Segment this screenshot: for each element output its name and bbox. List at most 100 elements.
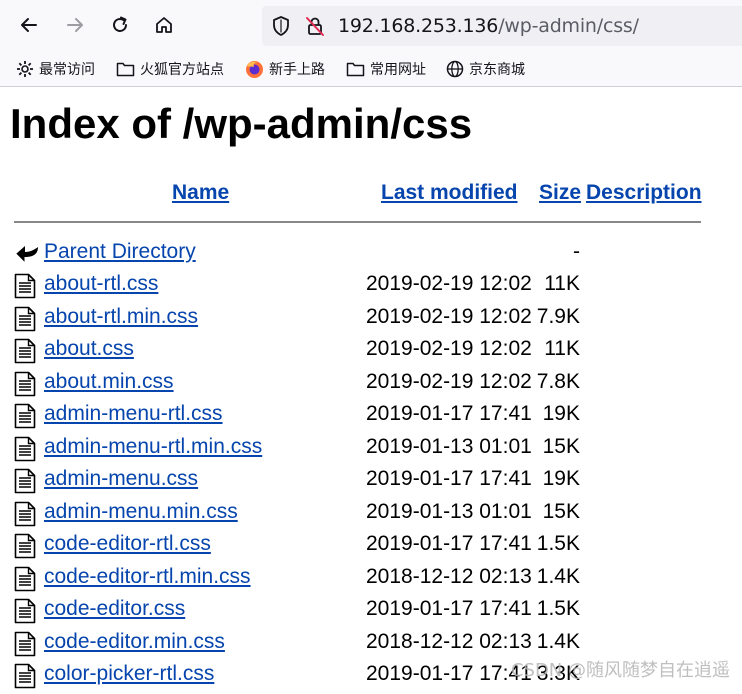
last-modified-cell: 2019-01-17 17:41: [366, 402, 532, 425]
shield-icon[interactable]: [270, 15, 292, 42]
last-modified-cell: 2019-01-17 17:41: [366, 467, 532, 490]
last-modified-cell: 2019-02-19 12:02: [366, 305, 532, 328]
bookmark-label: 火狐官方站点: [140, 62, 224, 78]
forward-arrow-icon: [67, 18, 83, 32]
reload-icon: [113, 16, 127, 32]
bookmark-common-sites[interactable]: 常用网址: [346, 58, 426, 80]
file-link[interactable]: code-editor-rtl.min.css: [44, 565, 251, 589]
file-link[interactable]: code-editor.css: [44, 597, 185, 621]
table-row: about.min.css 2019-02-19 12:02 7.8K: [0, 368, 742, 400]
table-row: admin-menu-rtl.min.css 2019-01-13 01:01 15…: [0, 433, 742, 465]
table-row: code-editor.css 2019-01-17 17:41 1.5K: [0, 595, 742, 627]
last-modified-cell: 2019-02-19 12:02: [366, 370, 532, 393]
last-modified-cell: 2019-01-13 01:01: [366, 435, 532, 458]
table-row: about-rtl.min.css 2019-02-19 12:02 7.9K: [0, 303, 742, 335]
back-arrow-icon: [21, 18, 37, 32]
size-cell: 19K: [542, 402, 580, 425]
file-icon: [14, 436, 36, 467]
home-button[interactable]: [149, 10, 179, 40]
file-icon: [14, 468, 36, 499]
url-host: 192.168.253.136: [338, 15, 499, 37]
last-modified-cell: 2019-02-19 12:02: [366, 337, 532, 360]
bookmark-firefox-official[interactable]: 火狐官方站点: [116, 58, 224, 80]
file-link[interactable]: code-editor.min.css: [44, 630, 225, 654]
firefox-icon: [246, 60, 263, 78]
reload-button[interactable]: [105, 10, 135, 40]
file-icon: [14, 501, 36, 532]
back-arrow-icon: [14, 241, 40, 272]
size-cell: 7.9K: [536, 305, 580, 328]
folder-icon: [116, 62, 135, 77]
column-size-link[interactable]: Size: [539, 181, 581, 205]
size-cell: 1.4K: [536, 565, 580, 588]
last-modified-cell: 2018-12-12 02:13: [366, 630, 532, 653]
gear-icon: [17, 61, 33, 77]
last-modified-cell: 2018-12-12 02:13: [366, 565, 532, 588]
file-link[interactable]: admin-menu-rtl.min.css: [44, 435, 262, 459]
url-text[interactable]: 192.168.253.136/wp-admin/css/: [338, 15, 639, 37]
back-button[interactable]: [14, 10, 44, 40]
table-row: admin-menu.css 2019-01-17 17:41 19K: [0, 465, 742, 497]
size-cell: 15K: [542, 500, 580, 523]
url-bar[interactable]: 192.168.253.136/wp-admin/css/: [262, 6, 742, 46]
column-description-link[interactable]: Description: [586, 181, 702, 205]
file-link[interactable]: admin-menu.css: [44, 467, 198, 491]
header-divider: [14, 221, 701, 223]
file-link[interactable]: about.css: [44, 337, 134, 361]
file-icon: [14, 403, 36, 434]
file-icon: [14, 273, 36, 304]
file-icon: [14, 306, 36, 337]
column-name-link[interactable]: Name: [172, 181, 229, 205]
file-icon: [14, 663, 36, 694]
column-last-modified-link[interactable]: Last modified: [381, 181, 518, 205]
globe-icon: [446, 60, 464, 78]
bookmark-most-visited[interactable]: 最常访问: [16, 58, 95, 80]
file-link[interactable]: about.min.css: [44, 370, 174, 394]
bookmark-jd-mall[interactable]: 京东商城: [446, 58, 525, 80]
table-row: code-editor-rtl.css 2019-01-17 17:41 1.5K: [0, 530, 742, 562]
size-cell: 11K: [544, 337, 580, 360]
size-cell: 15K: [542, 435, 580, 458]
home-icon: [156, 17, 172, 33]
file-icon: [14, 338, 36, 369]
bookmark-label: 最常访问: [39, 62, 95, 78]
file-link[interactable]: about-rtl.min.css: [44, 305, 198, 329]
file-link[interactable]: color-picker-rtl.css: [44, 662, 214, 686]
file-icon: [14, 371, 36, 402]
file-icon: [14, 631, 36, 662]
table-row: admin-menu-rtl.css 2019-01-17 17:41 19K: [0, 400, 742, 432]
last-modified-cell: 2019-02-19 12:02: [366, 272, 532, 295]
bookmark-label: 京东商城: [469, 62, 525, 78]
last-modified-cell: 2019-01-17 17:41: [366, 662, 532, 685]
file-icon: [14, 566, 36, 597]
bookmark-getting-started[interactable]: 新手上路: [245, 58, 325, 80]
file-link[interactable]: admin-menu-rtl.css: [44, 402, 223, 426]
insecure-lock-icon[interactable]: [304, 15, 326, 42]
folder-icon: [346, 62, 365, 77]
last-modified-cell: 2019-01-17 17:41: [366, 597, 532, 620]
bookmark-label: 常用网址: [370, 62, 426, 78]
size-cell: 1.5K: [536, 597, 580, 620]
file-link[interactable]: about-rtl.css: [44, 272, 158, 296]
last-modified-cell: 2019-01-13 01:01: [366, 500, 532, 523]
file-link[interactable]: admin-menu.min.css: [44, 500, 238, 524]
table-row: admin-menu.min.css 2019-01-13 01:01 15K: [0, 498, 742, 530]
size-cell: -: [573, 240, 580, 263]
file-icon: [14, 533, 36, 564]
page-title: Index of /wp-admin/css: [10, 100, 473, 147]
size-cell: 19K: [542, 467, 580, 490]
browser-toolbar: 192.168.253.136/wp-admin/css/: [0, 0, 742, 52]
table-row: code-editor-rtl.min.css 2018-12-12 02:13 1…: [0, 563, 742, 595]
size-cell: 1.5K: [536, 532, 580, 555]
last-modified-cell: 2019-01-17 17:41: [366, 532, 532, 555]
table-row: about-rtl.css 2019-02-19 12:02 11K: [0, 270, 742, 302]
file-link[interactable]: code-editor-rtl.css: [44, 532, 211, 556]
bookmark-label: 新手上路: [269, 62, 325, 78]
size-cell: 11K: [544, 272, 580, 295]
watermark: CSDN @随风随梦自在逍遥: [510, 660, 730, 681]
table-row: about.css 2019-02-19 12:02 11K: [0, 335, 742, 367]
file-link[interactable]: Parent Directory: [44, 240, 196, 264]
forward-button[interactable]: [60, 10, 90, 40]
file-icon: [14, 598, 36, 629]
size-cell: 7.8K: [536, 370, 580, 393]
